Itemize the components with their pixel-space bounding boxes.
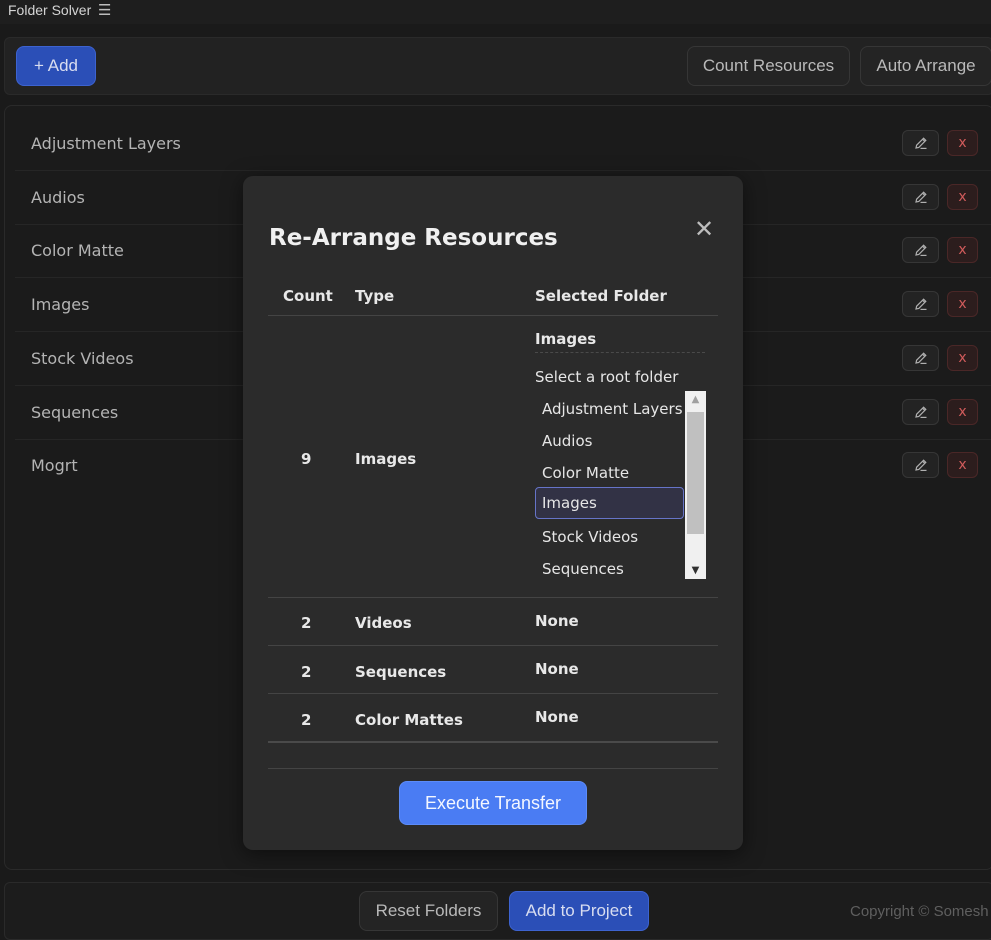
close-icon[interactable]: ✕ <box>694 215 714 243</box>
scroll-up-icon[interactable]: ▲ <box>685 391 706 408</box>
listbox-scrollbar[interactable]: ▲ ▼ <box>685 391 706 579</box>
root-folder-listbox[interactable]: Adjustment Layers Audios Color Matte Ima… <box>535 391 706 579</box>
folder-option[interactable]: Color Matte <box>535 457 684 489</box>
scroll-down-icon[interactable]: ▼ <box>685 562 706 579</box>
row-type: Color Mattes <box>355 711 463 729</box>
row-count: 2 <box>301 711 312 729</box>
rearrange-resources-modal: Re-Arrange Resources ✕ Count Type Select… <box>243 176 743 850</box>
column-header-count: Count <box>283 287 333 305</box>
edit-button[interactable] <box>902 130 939 156</box>
scroll-thumb[interactable] <box>687 412 704 534</box>
divider <box>268 315 718 316</box>
folder-row: Adjustment Layers x <box>15 118 991 171</box>
edit-button[interactable] <box>902 345 939 371</box>
divider <box>268 741 718 743</box>
add-button[interactable]: + Add <box>16 46 96 86</box>
edit-button[interactable] <box>902 184 939 210</box>
auto-arrange-button[interactable]: Auto Arrange <box>860 46 991 86</box>
pencil-icon <box>914 406 927 418</box>
folder-label: Sequences <box>31 403 119 422</box>
divider <box>268 768 718 769</box>
toolbar: + Add Count Resources Auto Arrange <box>4 37 991 95</box>
delete-button[interactable]: x <box>947 291 978 317</box>
hamburger-menu-icon[interactable]: ☰ <box>98 1 111 19</box>
pencil-icon <box>914 352 927 364</box>
pencil-icon <box>914 191 927 203</box>
folder-label: Adjustment Layers <box>31 134 181 153</box>
count-resources-button[interactable]: Count Resources <box>687 46 850 86</box>
modal-title: Re-Arrange Resources <box>269 225 558 251</box>
row-type: Images <box>355 450 417 468</box>
folder-label: Images <box>31 295 90 314</box>
delete-button[interactable]: x <box>947 399 978 425</box>
title-bar: Folder Solver ☰ <box>0 0 991 24</box>
delete-button[interactable]: x <box>947 130 978 156</box>
add-to-project-button[interactable]: Add to Project <box>509 891 649 931</box>
selected-folder-value: None <box>535 708 579 726</box>
selected-folder-value: None <box>535 612 579 630</box>
folder-option-selected[interactable]: Images <box>535 487 684 519</box>
pencil-icon <box>914 298 927 310</box>
folder-label: Color Matte <box>31 241 124 260</box>
folder-label: Audios <box>31 188 85 207</box>
delete-button[interactable]: x <box>947 237 978 263</box>
folder-option[interactable]: Audios <box>535 425 684 457</box>
selected-folder-value: Images <box>535 330 597 348</box>
divider <box>268 693 718 694</box>
divider <box>268 597 718 598</box>
edit-button[interactable] <box>902 237 939 263</box>
pencil-icon <box>914 137 927 149</box>
column-header-selected-folder: Selected Folder <box>535 287 667 305</box>
row-count: 9 <box>301 450 312 468</box>
divider <box>268 645 718 646</box>
copyright-text: Copyright © Somesh <box>850 903 989 920</box>
delete-button[interactable]: x <box>947 184 978 210</box>
folder-option[interactable]: Sequences <box>535 553 684 585</box>
selected-folder-value: None <box>535 660 579 678</box>
row-type: Sequences <box>355 663 447 681</box>
pencil-icon <box>914 459 927 471</box>
folder-label: Stock Videos <box>31 349 134 368</box>
divider <box>535 352 705 353</box>
reset-folders-button[interactable]: Reset Folders <box>359 891 498 931</box>
execute-transfer-button[interactable]: Execute Transfer <box>399 781 587 825</box>
column-header-type: Type <box>355 287 395 305</box>
row-count: 2 <box>301 614 312 632</box>
folder-label: Mogrt <box>31 456 78 475</box>
edit-button[interactable] <box>902 291 939 317</box>
select-root-folder-label: Select a root folder <box>535 368 679 386</box>
row-count: 2 <box>301 663 312 681</box>
edit-button[interactable] <box>902 399 939 425</box>
delete-button[interactable]: x <box>947 452 978 478</box>
row-type: Videos <box>355 614 412 632</box>
footer-bar: Reset Folders Add to Project Copyright ©… <box>4 882 991 940</box>
folder-option[interactable]: Stock Videos <box>535 521 684 553</box>
delete-button[interactable]: x <box>947 345 978 371</box>
pencil-icon <box>914 244 927 256</box>
edit-button[interactable] <box>902 452 939 478</box>
app-title: Folder Solver <box>8 2 92 18</box>
folder-option[interactable]: Adjustment Layers <box>535 393 684 425</box>
